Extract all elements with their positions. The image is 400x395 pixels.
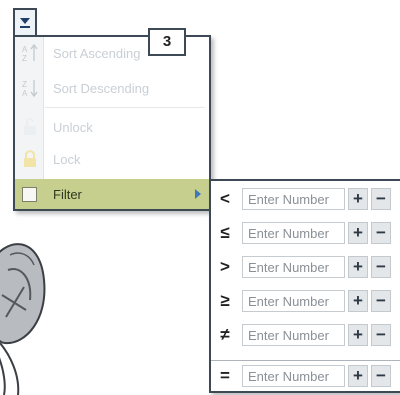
operator-greater-than-button[interactable]: >	[215, 255, 235, 279]
operator-equal-button[interactable]: =	[215, 364, 235, 388]
number-input[interactable]	[242, 256, 345, 278]
operator-less-than-button[interactable]: <	[215, 187, 235, 211]
menu-item-unlock[interactable]: Unlock	[15, 111, 209, 143]
filter-row-less-or-equal: ≤ + −	[211, 218, 400, 248]
add-condition-button[interactable]: +	[348, 188, 368, 210]
operator-greater-or-equal-button[interactable]: ≥	[215, 289, 235, 313]
remove-condition-button[interactable]: −	[371, 290, 391, 312]
filter-row-not-equal: ≠ + −	[211, 320, 400, 350]
add-condition-button[interactable]: +	[348, 365, 368, 387]
remove-condition-button[interactable]: −	[371, 256, 391, 278]
operator-less-or-equal-button[interactable]: ≤	[215, 221, 235, 245]
filter-submenu: < + − ≤ + − > + − ≥ + − ≠ + − = + −	[209, 179, 400, 393]
number-input[interactable]	[242, 222, 345, 244]
number-input[interactable]	[242, 324, 345, 346]
add-condition-button[interactable]: +	[348, 324, 368, 346]
sort-descending-icon: Z A	[22, 80, 38, 98]
menu-item-label: Filter	[53, 187, 82, 202]
cartoon-character-illustration	[0, 243, 46, 395]
menu-item-lock[interactable]: Lock	[15, 143, 209, 175]
add-condition-button[interactable]: +	[348, 256, 368, 278]
add-condition-button[interactable]: +	[348, 290, 368, 312]
checkbox-icon[interactable]	[22, 187, 37, 202]
sort-ascending-icon: A Z	[22, 43, 38, 63]
menu-item-sort-descending[interactable]: Z A Sort Descending	[15, 72, 209, 104]
column-menu-dropdown-button[interactable]	[13, 8, 37, 36]
filter-row-greater-than: > + −	[211, 252, 400, 282]
submenu-arrow-icon	[195, 189, 201, 199]
menu-item-label: Lock	[53, 152, 81, 167]
dropdown-arrow-icon	[20, 18, 30, 24]
menu-item-label: Unlock	[53, 120, 93, 135]
menu-item-filter[interactable]: Filter	[15, 179, 209, 209]
filter-row-equal: = + −	[211, 361, 400, 391]
unlock-icon	[24, 118, 36, 135]
add-condition-button[interactable]: +	[348, 222, 368, 244]
menu-item-label: Sort Descending	[53, 81, 150, 96]
menu-divider	[45, 107, 205, 108]
column-context-menu: A Z Sort Ascending Z A Sort Descending U…	[13, 35, 211, 211]
remove-condition-button[interactable]: −	[371, 188, 391, 210]
number-input[interactable]	[242, 365, 345, 387]
callout-number-badge: 3	[148, 28, 186, 56]
lock-icon	[24, 150, 36, 167]
svg-text:Z: Z	[22, 80, 27, 89]
number-input[interactable]	[242, 188, 345, 210]
number-input[interactable]	[242, 290, 345, 312]
remove-condition-button[interactable]: −	[371, 222, 391, 244]
remove-condition-button[interactable]: −	[371, 365, 391, 387]
operator-not-equal-button[interactable]: ≠	[215, 323, 235, 347]
filter-row-greater-or-equal: ≥ + −	[211, 286, 400, 316]
svg-text:A: A	[22, 89, 28, 98]
svg-text:A: A	[22, 45, 28, 54]
svg-text:Z: Z	[22, 54, 27, 63]
filter-row-less-than: < + −	[211, 184, 400, 214]
remove-condition-button[interactable]: −	[371, 324, 391, 346]
menu-item-label: Sort Ascending	[53, 46, 141, 61]
